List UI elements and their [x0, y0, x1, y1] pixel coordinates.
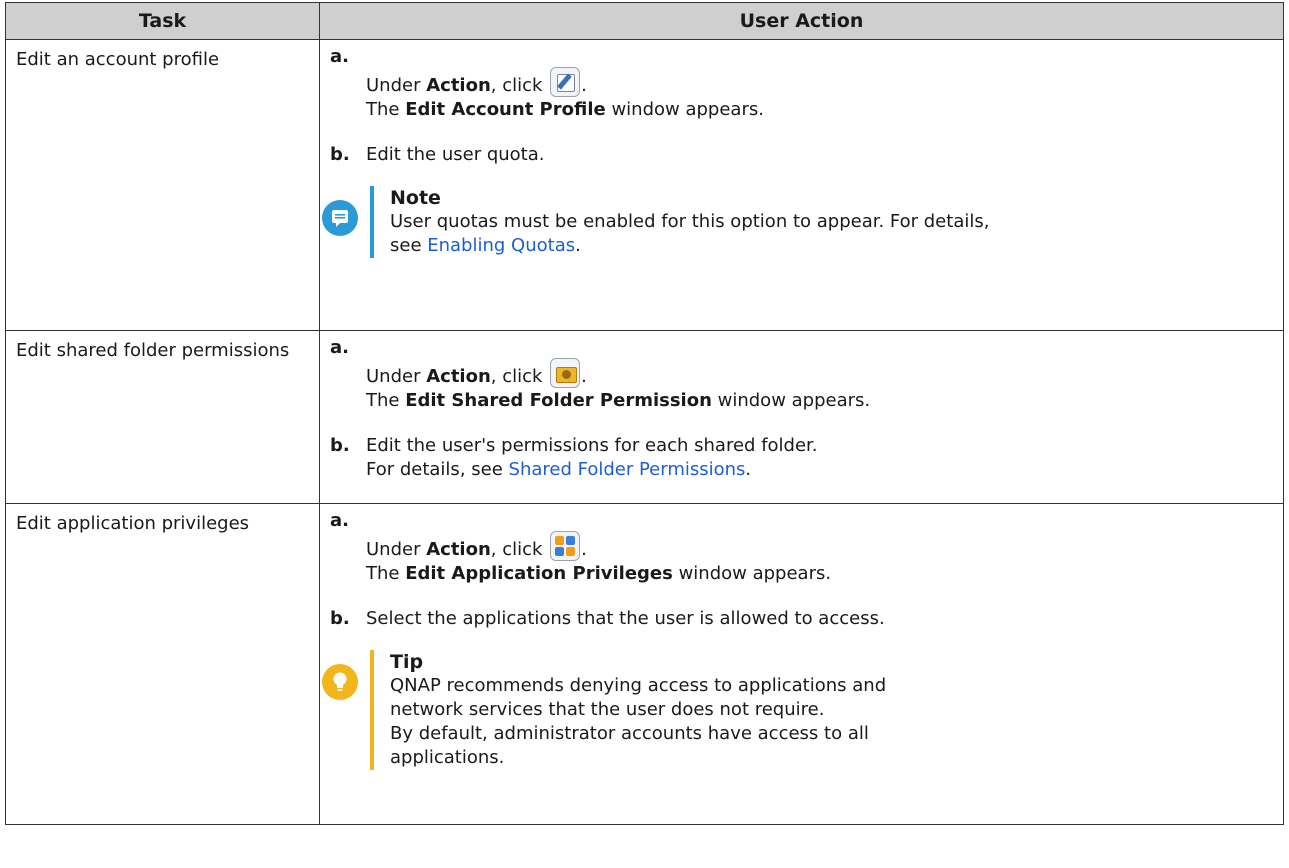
enabling-quotas-link[interactable]: Enabling Quotas [427, 235, 575, 256]
table-row: Edit shared folder permissions a. Under … [5, 330, 1284, 504]
task-cell: Edit an account profile [5, 39, 320, 331]
action-label: Action [426, 75, 491, 96]
tip-title: Tip [390, 651, 424, 673]
header-task: Task [5, 2, 320, 40]
tip-callout: Tip QNAP recommends denying access to ap… [322, 650, 1283, 770]
shared-folder-permissions-link[interactable]: Shared Folder Permissions [509, 459, 746, 480]
table-row: Edit an account profile a. Under Action,… [5, 39, 1284, 331]
step-b: b. Edit the user's permissions for each … [330, 435, 818, 480]
edit-profile-icon[interactable] [550, 67, 581, 97]
note-icon [322, 200, 358, 236]
step-letter: b. [330, 144, 350, 165]
header-row: Task User Action [5, 2, 1284, 40]
step-a: a. Under Action, click . The Edit Accoun… [330, 46, 764, 120]
step-a: a. Under Action, click . The Edit Applic… [330, 510, 832, 584]
application-privileges-icon[interactable] [550, 531, 581, 561]
task-cell: Edit shared folder permissions [5, 330, 320, 504]
step-b: b. Select the applications that the user… [330, 608, 885, 629]
action-cell: a. Under Action, click . The Edit Accoun… [319, 39, 1284, 331]
task-cell: Edit application privileges [5, 503, 320, 825]
step-a: a. Under Action, click . The Edit Shared… [330, 337, 871, 411]
note-callout: Note User quotas must be enabled for thi… [322, 186, 1283, 258]
step-b: b. Edit the user quota. [330, 144, 545, 165]
window-name: Edit Account Profile [405, 99, 606, 120]
header-user-action: User Action [319, 2, 1284, 40]
lightbulb-icon [322, 664, 358, 700]
note-title: Note [390, 187, 441, 209]
action-cell: a. Under Action, click . The Edit Applic… [319, 503, 1284, 825]
step-letter: a. [330, 46, 349, 67]
action-cell: a. Under Action, click . The Edit Shared… [319, 330, 1284, 504]
table-row: Edit application privileges a. Under Act… [5, 503, 1284, 825]
shared-folder-permission-icon[interactable] [550, 358, 581, 388]
task-action-table: Task User Action Edit an account profile… [5, 2, 1284, 825]
